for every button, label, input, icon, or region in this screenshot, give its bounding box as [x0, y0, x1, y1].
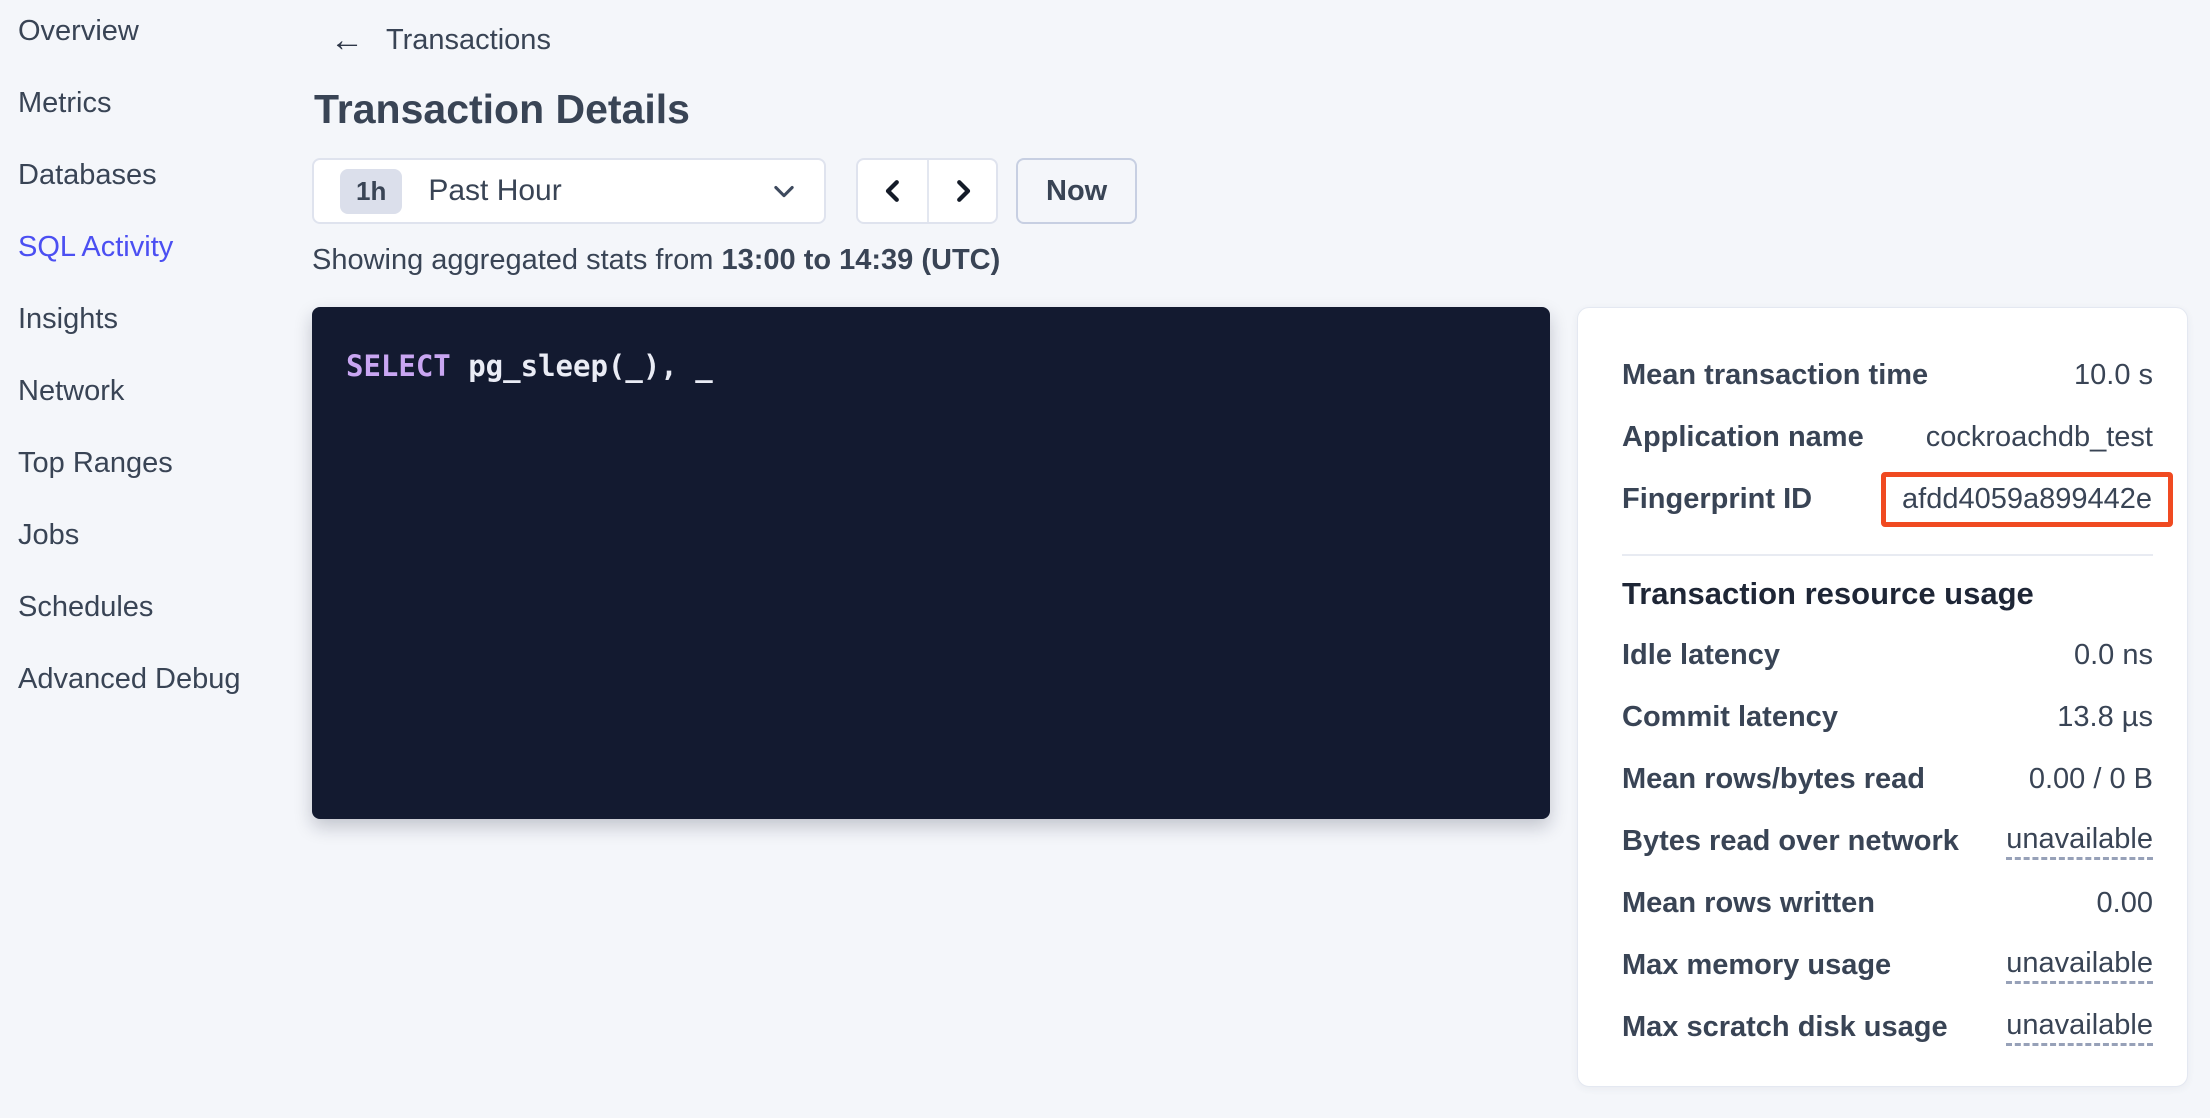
sidebar-item[interactable]: Metrics: [18, 86, 300, 120]
resource-rows: Idle latency 0.0 ns Commit latency 13.8 …: [1622, 624, 2153, 1058]
time-pager: [856, 158, 998, 224]
sidebar-item[interactable]: SQL Activity: [18, 230, 300, 264]
resource-row: Max memory usage unavailable: [1622, 934, 2153, 996]
breadcrumb-link-transactions[interactable]: Transactions: [386, 24, 551, 57]
sidebar-item-label: Insights: [18, 303, 118, 335]
sidebar-item-label: SQL Activity: [18, 231, 173, 263]
sidebar-item[interactable]: Insights: [18, 302, 300, 336]
aggregation-status: Showing aggregated stats from 13:00 to 1…: [312, 244, 2210, 277]
sidebar-item[interactable]: Schedules: [18, 590, 300, 624]
page-title: Transaction Details: [314, 84, 2210, 134]
sql-keyword: SELECT: [346, 349, 451, 383]
resource-label: Bytes read over network: [1622, 825, 1959, 858]
resource-row: Bytes read over network unavailable: [1622, 810, 2153, 872]
time-controls: 1h Past Hour Now: [312, 158, 2210, 224]
detail-label: Fingerprint ID: [1622, 483, 1812, 516]
chevron-down-icon: [770, 177, 798, 205]
resource-label: Commit latency: [1622, 701, 1838, 734]
arrow-left-icon[interactable]: ←: [330, 23, 364, 57]
resource-value: 0.00 / 0 B: [2029, 763, 2153, 796]
sidebar-item-label: Advanced Debug: [18, 663, 241, 695]
resource-row: Mean rows written 0.00: [1622, 872, 2153, 934]
time-range-dropdown[interactable]: 1h Past Hour: [312, 158, 826, 224]
resource-row: Mean rows/bytes read 0.00 / 0 B: [1622, 748, 2153, 810]
resource-value: unavailable: [2006, 947, 2153, 984]
summary-rows: Mean transaction time 10.0 s Application…: [1622, 344, 2153, 530]
sidebar-nav-list: Overview Metrics Databases SQL Activity …: [18, 14, 300, 696]
content-row: SELECT pg_sleep(_), _ Mean transaction t…: [312, 307, 2210, 1087]
sidebar-item[interactable]: Advanced Debug: [18, 662, 300, 696]
resource-label: Max memory usage: [1622, 949, 1891, 982]
main-content: ← Transactions Transaction Details 1h Pa…: [312, 0, 2210, 1118]
resource-label: Max scratch disk usage: [1622, 1011, 1948, 1044]
breadcrumb: ← Transactions: [330, 22, 2210, 58]
sidebar-item[interactable]: Overview: [18, 14, 300, 48]
resource-label: Mean rows written: [1622, 887, 1875, 920]
sidebar: Overview Metrics Databases SQL Activity …: [0, 0, 300, 734]
sidebar-item-label: Top Ranges: [18, 447, 173, 479]
sidebar-item[interactable]: Top Ranges: [18, 446, 300, 480]
resource-label: Mean rows/bytes read: [1622, 763, 1925, 796]
resource-row: Commit latency 13.8 µs: [1622, 686, 2153, 748]
time-range-label: Past Hour: [428, 174, 561, 208]
sql-statement: SELECT pg_sleep(_), _: [346, 349, 1516, 383]
resource-row: Idle latency 0.0 ns: [1622, 624, 2153, 686]
resource-value: 0.0 ns: [2074, 639, 2153, 672]
sidebar-item-label: Network: [18, 375, 124, 407]
time-range-badge: 1h: [340, 169, 402, 214]
resource-value: unavailable: [2006, 823, 2153, 860]
resource-row: Max scratch disk usage unavailable: [1622, 996, 2153, 1058]
status-range: 13:00 to 14:39 (UTC): [721, 244, 1000, 276]
sidebar-item[interactable]: Network: [18, 374, 300, 408]
sidebar-item-label: Schedules: [18, 591, 153, 623]
detail-label: Application name: [1622, 421, 1864, 454]
detail-value: afdd4059a899442e: [1881, 472, 2173, 527]
resource-value: unavailable: [2006, 1009, 2153, 1046]
detail-value: cockroachdb_test: [1926, 421, 2153, 454]
detail-label: Mean transaction time: [1622, 359, 1928, 392]
sidebar-item[interactable]: Jobs: [18, 518, 300, 552]
resource-usage-heading: Transaction resource usage: [1622, 576, 2153, 612]
sidebar-item-label: Metrics: [18, 87, 111, 119]
resource-value: 13.8 µs: [2057, 701, 2153, 734]
prev-time-button[interactable]: [858, 160, 927, 222]
sql-statement-box: SELECT pg_sleep(_), _: [312, 307, 1550, 819]
now-button[interactable]: Now: [1016, 158, 1137, 224]
sidebar-item-label: Jobs: [18, 519, 79, 551]
sidebar-item-label: Databases: [18, 159, 157, 191]
resource-value: 0.00: [2097, 887, 2153, 920]
chevron-right-icon: [948, 176, 978, 206]
sidebar-item-label: Overview: [18, 15, 139, 47]
sql-text: pg_sleep(_), _: [451, 349, 713, 383]
next-time-button[interactable]: [927, 160, 996, 222]
detail-value: 10.0 s: [2074, 359, 2153, 392]
resource-label: Idle latency: [1622, 639, 1780, 672]
divider: [1622, 554, 2153, 556]
detail-row: Fingerprint ID afdd4059a899442e: [1622, 468, 2153, 530]
sidebar-item[interactable]: Databases: [18, 158, 300, 192]
transaction-details-card: Mean transaction time 10.0 s Application…: [1577, 307, 2188, 1087]
status-prefix: Showing aggregated stats from: [312, 244, 721, 276]
detail-row: Application name cockroachdb_test: [1622, 406, 2153, 468]
chevron-left-icon: [878, 176, 908, 206]
detail-row: Mean transaction time 10.0 s: [1622, 344, 2153, 406]
